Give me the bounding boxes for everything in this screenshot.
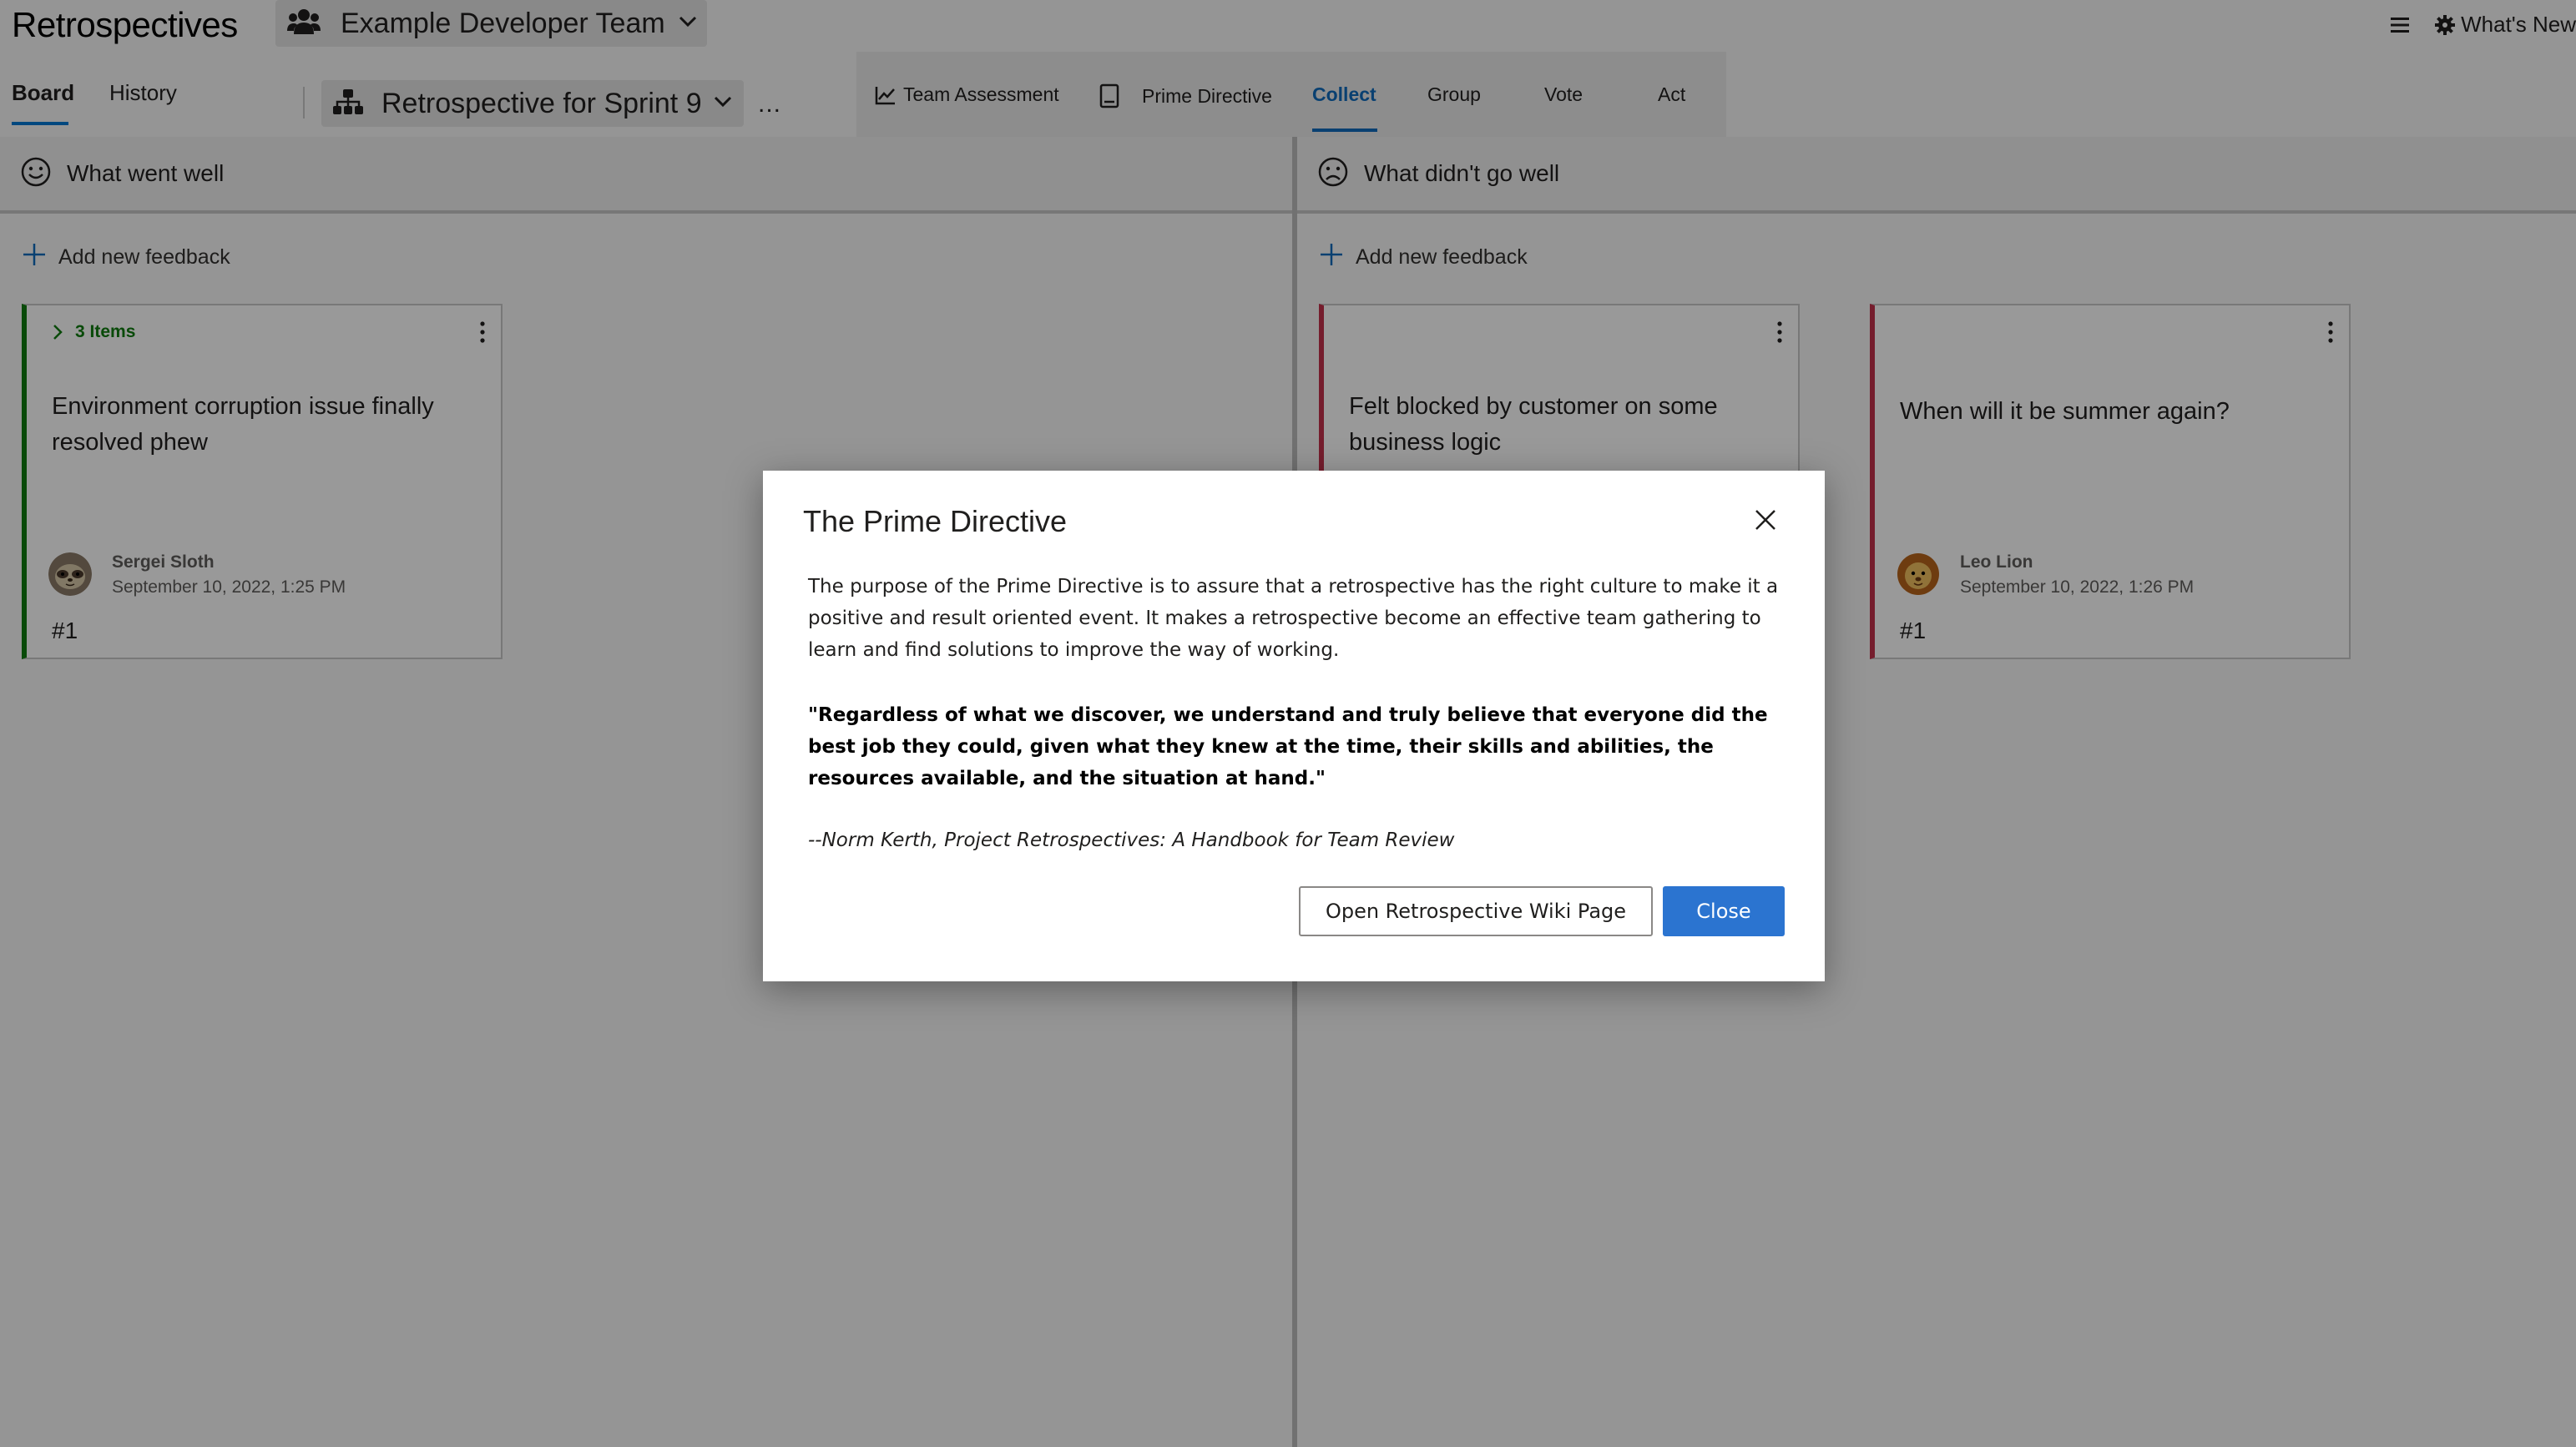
prime-directive-dialog: The Prime Directive The purpose of the P…: [763, 471, 1825, 981]
open-wiki-button[interactable]: Open Retrospective Wiki Page: [1299, 886, 1653, 936]
dialog-body: The purpose of the Prime Directive is to…: [808, 576, 1779, 661]
close-button[interactable]: Close: [1663, 886, 1785, 936]
dialog-attribution: --Norm Kerth, Project Retrospectives: A …: [808, 829, 1455, 851]
close-icon[interactable]: [1755, 509, 1776, 535]
dialog-quote: "Regardless of what we discover, we unde…: [808, 704, 1768, 789]
dialog-title: The Prime Directive: [803, 504, 1068, 538]
